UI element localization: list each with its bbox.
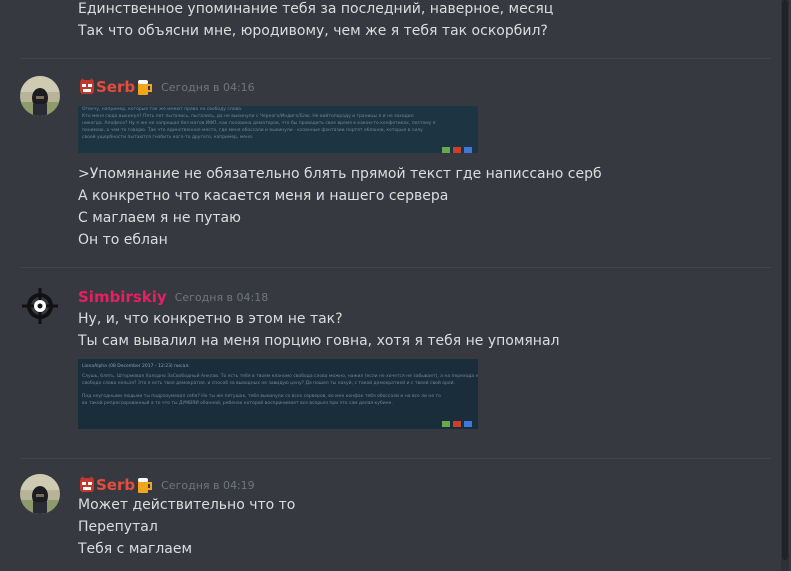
vote-icon (442, 147, 450, 153)
vote-icon (464, 421, 472, 427)
timestamp[interactable]: Сегодня в 04:16 (161, 81, 255, 94)
timestamp[interactable]: Сегодня в 04:19 (161, 479, 255, 492)
embed-text: понимаю, а чем-то говорю. Так что единст… (82, 128, 423, 133)
username[interactable]: Serb (96, 78, 135, 96)
embed-text: никогда. Апофеоз? Ну я же не запрещал бе… (82, 121, 436, 126)
message-divider (20, 458, 771, 459)
message-line: Ты сам вывалил на меня порцию говна, хот… (78, 333, 560, 349)
crosshair-icon (22, 288, 58, 324)
vote-icon (464, 147, 472, 153)
chat-scroll-area[interactable]: Единственное упоминание тебя за последни… (0, 0, 791, 571)
embed-text: своей ущербности пытаются гнобить кого-т… (82, 135, 254, 140)
message-line: >Упомянание не обязательно блять прямой … (78, 166, 602, 182)
vote-icon (442, 421, 450, 427)
message-divider (20, 267, 771, 268)
avatar[interactable] (20, 474, 60, 514)
username[interactable]: Simbirskiy (78, 288, 167, 306)
message-line: Тебя с маглаем (78, 541, 193, 557)
timestamp[interactable]: Сегодня в 04:18 (175, 291, 269, 304)
message-header: Serb Сегодня в 04:16 (78, 76, 255, 98)
message-line: Так что объясни мне, юродивому, чем же я… (78, 23, 548, 39)
message-divider (20, 58, 771, 59)
embed-text: Слушь, блять. Штормовая Холодно ЗаСвобод… (82, 374, 478, 379)
message-line: Может действительно что то (78, 497, 296, 513)
message-line: Единственное упоминание тебя за последни… (78, 1, 554, 17)
avatar[interactable] (20, 76, 60, 116)
avatar[interactable] (20, 286, 60, 326)
screenshot-embed[interactable]: Отвечу, например, которые так же имеют п… (78, 106, 478, 153)
message-header: Simbirskiy Сегодня в 04:18 (78, 286, 268, 308)
oni-mask-icon (78, 476, 96, 494)
scrollbar-thumb[interactable] (782, 0, 788, 560)
message-line: Ну, и, что конкретно в этом не так? (78, 311, 343, 327)
message-line: Перепутал (78, 519, 158, 535)
beer-mug-icon (135, 78, 153, 96)
screenshot-embed[interactable]: LionaAlpha (08 December 2017 - 12:23) пи… (78, 359, 478, 429)
embed-text: свобода слова нельзя? Это я есть твоя де… (82, 381, 455, 386)
message-header: Serb Сегодня в 04:19 (78, 474, 255, 496)
message-line: Он то еблан (78, 232, 168, 248)
username[interactable]: Serb (96, 476, 135, 494)
embed-text: Кто меня сюда выкинул? Пять лет пытались… (82, 114, 414, 119)
oni-mask-icon (78, 78, 96, 96)
message-line: С маглаем я не путаю (78, 210, 241, 226)
embed-text: во такой репрессированный а то что ты ДУ… (82, 401, 393, 406)
vote-icon (453, 421, 461, 427)
beer-mug-icon (135, 476, 153, 494)
embed-text: Под неугодными людьми ты подразумевал се… (82, 394, 441, 399)
message-line: А конкретно что касается меня и нашего с… (78, 188, 449, 204)
vote-icon (453, 147, 461, 153)
embed-text: Отвечу, например, которые так же имеют п… (82, 107, 243, 112)
embed-header: LionaAlpha (08 December 2017 - 12:23) пи… (82, 364, 190, 369)
